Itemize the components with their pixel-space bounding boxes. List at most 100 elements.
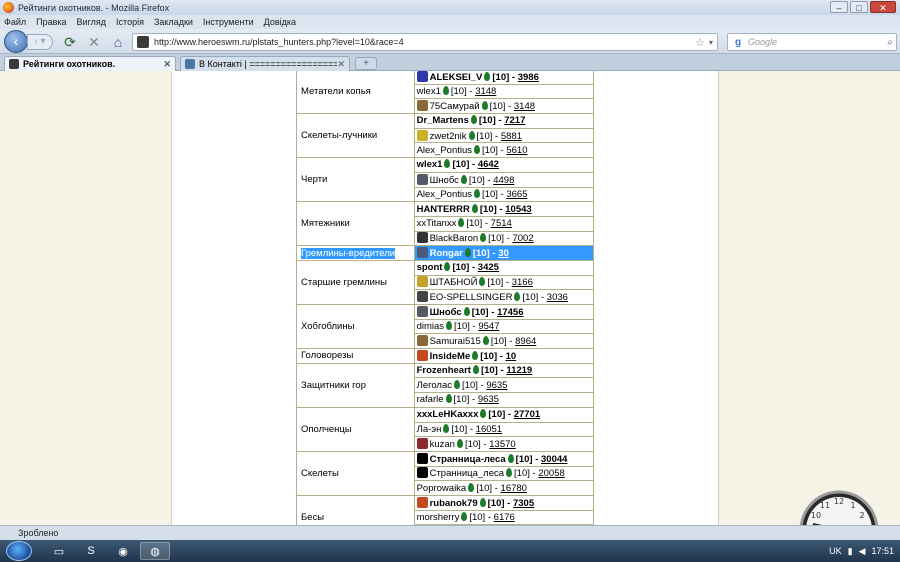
search-icon[interactable]: ⌕	[887, 37, 893, 48]
tray-clock[interactable]: 17:51	[871, 546, 894, 556]
hunter-score-link[interactable]: 5881	[501, 131, 522, 142]
player-name[interactable]: xxxLeHKaxxx	[417, 409, 479, 420]
hunter-score-link[interactable]: 16780	[501, 483, 527, 494]
hunter-score-link[interactable]: 9635	[478, 394, 499, 405]
clan-icon[interactable]	[416, 100, 428, 112]
menu-file[interactable]: Файл	[4, 17, 26, 27]
player-name[interactable]: ALEKSEI_V	[430, 72, 483, 83]
hunter-score-link[interactable]: 10	[506, 351, 517, 362]
page-viewport[interactable]: Метатели копья ALEKSEI_V [10] - 3986 wlex1[…	[0, 71, 900, 525]
player-name[interactable]: Странница_леса	[430, 468, 504, 479]
player-name[interactable]: BlackBaron	[430, 233, 479, 244]
maximize-button[interactable]: □	[850, 1, 868, 13]
menu-edit[interactable]: Правка	[36, 17, 66, 27]
player-name[interactable]: morsherry	[417, 512, 460, 523]
menu-help[interactable]: Довідка	[264, 17, 296, 27]
yin-yang-icon[interactable]	[416, 452, 428, 464]
google-icon[interactable]: g	[728, 37, 748, 48]
player-name[interactable]: rubanok79	[430, 498, 478, 509]
player-name[interactable]: rafarle	[417, 394, 444, 405]
menu-view[interactable]: Вигляд	[77, 17, 107, 27]
clan-icon[interactable]	[416, 173, 428, 185]
menu-bookmarks[interactable]: Закладки	[154, 17, 193, 27]
menu-history[interactable]: Історія	[116, 17, 144, 27]
player-name[interactable]: Странница-леса	[430, 454, 506, 465]
language-indicator[interactable]: UK	[829, 546, 842, 556]
forward-button[interactable]: › ▾	[27, 34, 53, 50]
player-name[interactable]: Poprowaika	[417, 483, 467, 494]
player-name[interactable]: wlex1	[417, 159, 443, 170]
player-name[interactable]: Dr_Martens	[417, 115, 469, 126]
tab-vkontakte[interactable]: В Контакті | ==================== ✕	[180, 56, 350, 71]
player-name[interactable]: Alex_Pontius	[417, 145, 472, 156]
clan-icon[interactable]	[416, 129, 428, 141]
chrome-taskbar-icon[interactable]: ◉	[108, 542, 138, 560]
address-url[interactable]: http://www.heroeswm.ru/plstats_hunters.p…	[154, 37, 695, 47]
player-name[interactable]: Шнобс	[430, 307, 462, 318]
player-name[interactable]: zwet2nik	[430, 131, 467, 142]
hunter-score-link[interactable]: 16051	[476, 424, 502, 435]
hunter-score-link[interactable]: 3665	[506, 189, 527, 200]
stop-icon[interactable]: ✕	[86, 34, 102, 50]
search-placeholder[interactable]: Google	[748, 37, 887, 47]
player-name[interactable]: xxTitanxx	[417, 218, 457, 229]
new-tab-button[interactable]: +	[355, 57, 377, 70]
hunter-score-link[interactable]: 3986	[518, 72, 539, 83]
url-dropdown-icon[interactable]: ▾	[709, 38, 713, 47]
close-tab-icon[interactable]: ✕	[337, 59, 345, 70]
player-name[interactable]: ШТАБНОЙ	[430, 277, 478, 288]
player-name[interactable]: dimias	[417, 321, 444, 332]
hunter-score-link[interactable]: 3166	[512, 277, 533, 288]
hunter-score-link[interactable]: 5610	[506, 145, 527, 156]
hunter-score-link[interactable]: 9635	[486, 380, 507, 391]
hunter-score-link[interactable]: 27701	[514, 409, 540, 420]
hunter-score-link[interactable]: 17456	[497, 307, 523, 318]
player-name[interactable]: spont	[417, 262, 443, 273]
hunter-score-link[interactable]: 3425	[478, 262, 499, 273]
m-icon[interactable]	[416, 71, 428, 82]
clan-icon[interactable]	[416, 247, 428, 259]
minimize-button[interactable]: –	[830, 1, 848, 13]
network-icon[interactable]: ▮	[848, 546, 853, 557]
player-name[interactable]: Alex_Pontius	[417, 189, 472, 200]
player-name[interactable]: wlex1	[417, 86, 441, 97]
player-name[interactable]: InsideMe	[430, 351, 471, 362]
hunter-score-link[interactable]: 7514	[491, 218, 512, 229]
tab-hunters-rating[interactable]: Рейтинги охотников. ✕	[4, 56, 176, 71]
clan-icon[interactable]	[416, 335, 428, 347]
player-name[interactable]: HANTERRR	[417, 204, 470, 215]
hunter-score-link[interactable]: 7217	[504, 115, 525, 126]
hunter-score-link[interactable]: 3148	[514, 101, 535, 112]
hunter-score-link[interactable]: 6176	[494, 512, 515, 523]
clan-icon[interactable]	[416, 496, 428, 508]
start-button[interactable]	[6, 541, 32, 561]
back-button[interactable]: ‹	[4, 30, 28, 53]
hunter-score-link[interactable]: 11219	[506, 365, 532, 376]
player-name[interactable]: Rongar	[430, 248, 463, 259]
player-name[interactable]: EO-SPELLSINGER	[430, 292, 513, 303]
clock-gadget[interactable]: 12369 1245 781011	[795, 488, 883, 525]
yin-yang-icon[interactable]	[416, 467, 428, 479]
skype-taskbar-icon[interactable]: S	[76, 542, 106, 560]
reload-icon[interactable]: ⟳	[62, 34, 78, 50]
hunter-score-link[interactable]: 13570	[489, 439, 515, 450]
hunter-score-link[interactable]: 7305	[513, 498, 534, 509]
volume-icon[interactable]: ◀	[859, 546, 866, 557]
hunter-score-link[interactable]: 20058	[538, 468, 564, 479]
close-window-button[interactable]: ✕	[870, 1, 896, 13]
firefox-taskbar-icon[interactable]: ◍	[140, 542, 170, 560]
player-name[interactable]: kuzan	[430, 439, 455, 450]
player-name[interactable]: Ла-эн	[417, 424, 442, 435]
hunter-score-link[interactable]: 4642	[478, 159, 499, 170]
hunter-score-link[interactable]: 8964	[515, 336, 536, 347]
hunter-score-link[interactable]: 9547	[478, 321, 499, 332]
hunter-score-link[interactable]: 3036	[547, 292, 568, 303]
close-tab-icon[interactable]: ✕	[163, 59, 171, 70]
hunter-score-link[interactable]: 30044	[541, 454, 567, 465]
clan-icon[interactable]	[416, 291, 428, 303]
clan-icon[interactable]	[416, 349, 428, 361]
player-name[interactable]: Samurai515	[430, 336, 481, 347]
clan-icon[interactable]	[416, 305, 428, 317]
hunter-score-link[interactable]: 3148	[475, 86, 496, 97]
home-icon[interactable]: ⌂	[110, 34, 126, 50]
